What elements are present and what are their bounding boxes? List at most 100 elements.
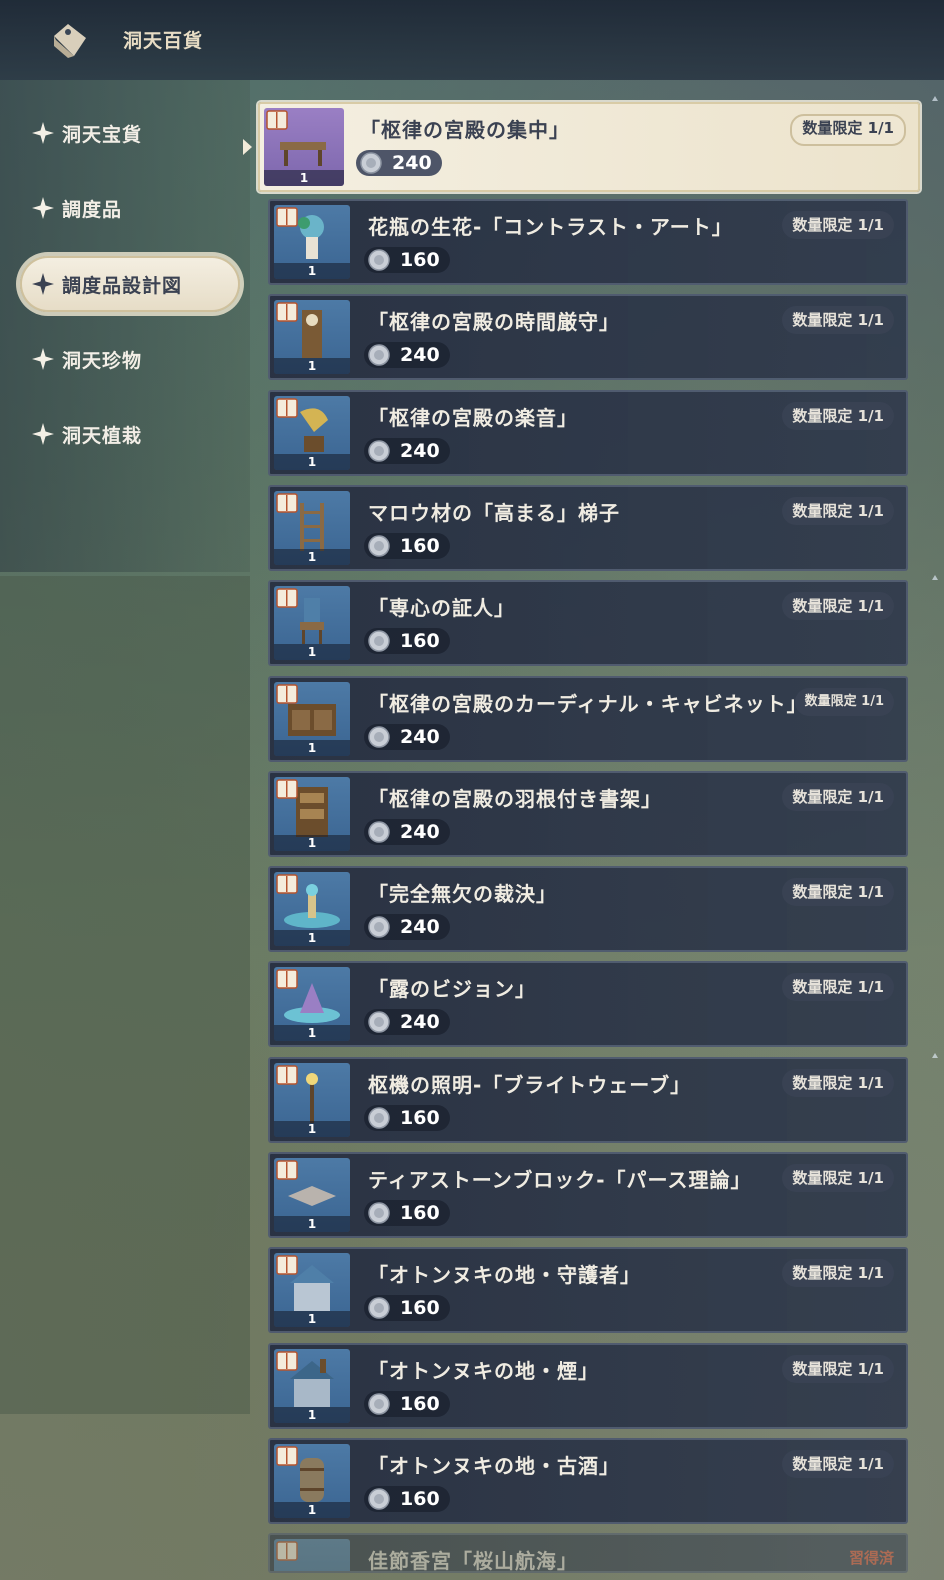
sidebar-item-furnishings[interactable]: 調度品 xyxy=(20,180,240,236)
realm-currency-coin-icon xyxy=(368,726,390,748)
item-price-value: 160 xyxy=(400,1107,440,1129)
purchase-limit-badge: 数量限定 1/1 xyxy=(782,973,894,1001)
purchase-limit-badge: 数量限定 1/1 xyxy=(782,1164,894,1192)
purchase-limit-badge: 数量限定 1/1 xyxy=(782,878,894,906)
item-price-value: 160 xyxy=(400,1202,440,1224)
shop-item-row[interactable]: 1 枢機の照明-「ブライトウェーブ」 160 数量限定 1/1 xyxy=(268,1057,908,1143)
purchase-limit-badge: 数量限定 1/1 xyxy=(782,402,894,430)
item-thumbnail: 1 xyxy=(274,777,350,851)
realm-currency-coin-icon xyxy=(368,916,390,938)
item-name: 「枢律の宮殿の集中」 xyxy=(360,118,570,142)
blueprint-book-icon xyxy=(276,969,298,989)
shop-item-row[interactable]: 1 ティアストーンブロック-「パース理論」 160 数量限定 1/1 xyxy=(268,1152,908,1238)
sidebar-item-doten-chinbutsu[interactable]: 洞天珍物 xyxy=(20,331,240,387)
shop-item-row[interactable]: 1 「完全無欠の裁決」 240 数量限定 1/1 xyxy=(268,866,908,952)
purchase-limit-badge: 数量限定 1/1 xyxy=(782,211,894,239)
item-price-value: 240 xyxy=(392,152,432,174)
item-quantity: 1 xyxy=(274,1025,350,1041)
realm-currency-coin-icon xyxy=(368,1488,390,1510)
item-thumbnail xyxy=(274,1539,350,1571)
blueprint-book-icon xyxy=(276,779,298,799)
shop-item-row[interactable]: 1 マロウ材の「高まる」梯子 160 数量限定 1/1 xyxy=(268,485,908,571)
blueprint-book-icon xyxy=(276,1351,298,1371)
item-quantity: 1 xyxy=(274,263,350,279)
item-price-value: 160 xyxy=(400,249,440,271)
realm-currency-coin-icon xyxy=(368,1011,390,1033)
shop-item-row[interactable]: 1 「オトンヌキの地・煙」 160 数量限定 1/1 xyxy=(268,1343,908,1429)
item-price-value: 240 xyxy=(400,916,440,938)
sidebar-item-label: 調度品設計図 xyxy=(62,274,183,297)
owned-status-label: 習得済 xyxy=(848,1549,894,1567)
item-thumbnail: 1 xyxy=(274,872,350,946)
item-name: 「オトンヌキの地・煙」 xyxy=(368,1359,599,1383)
item-name: ティアストーンブロック-「パース理論」 xyxy=(368,1168,752,1192)
shop-item-row[interactable]: 1 花瓶の生花-「コントラスト・アート」 160 数量限定 1/1 xyxy=(268,199,908,285)
item-price-value: 160 xyxy=(400,1297,440,1319)
item-quantity: 1 xyxy=(274,740,350,756)
item-price-value: 240 xyxy=(400,344,440,366)
shop-item-row[interactable]: 1 「枢律の宮殿の集中」 240 数量限定 1/1 xyxy=(258,102,920,192)
item-name: 「枢律の宮殿の羽根付き書架」 xyxy=(368,787,662,811)
sparkle-icon xyxy=(32,423,54,445)
realm-currency-coin-icon xyxy=(368,440,390,462)
item-thumbnail: 1 xyxy=(274,967,350,1041)
item-quantity: 1 xyxy=(274,1121,350,1137)
sidebar-item-doten-shokusai[interactable]: 洞天植栽 xyxy=(20,406,240,462)
blueprint-book-icon xyxy=(276,1160,298,1180)
item-quantity: 1 xyxy=(274,930,350,946)
purchase-limit-badge: 数量限定 1/1 xyxy=(782,1355,894,1383)
blueprint-book-icon xyxy=(276,207,298,227)
purchase-limit-badge: 数量限定 1/1 xyxy=(790,114,906,146)
purchase-limit-badge: 数量限定 1/1 xyxy=(782,306,894,334)
blueprint-book-icon xyxy=(276,684,298,704)
item-quantity: 1 xyxy=(274,1502,350,1518)
realm-currency-coin-icon xyxy=(368,344,390,366)
item-price: 160 xyxy=(364,533,450,559)
scroll-indicator xyxy=(932,1053,938,1058)
shop-item-row[interactable]: 1 「オトンヌキの地・守護者」 160 数量限定 1/1 xyxy=(268,1247,908,1333)
sidebar-lower-panel xyxy=(0,576,250,1414)
item-quantity: 1 xyxy=(274,644,350,660)
purchase-limit-badge: 数量限定 1/1 xyxy=(782,1069,894,1097)
sidebar-item-furnishing-blueprints[interactable]: 調度品設計図 xyxy=(20,256,240,312)
sidebar-item-label: 調度品 xyxy=(62,198,123,221)
tag-icon xyxy=(54,24,86,58)
shop-item-row[interactable]: 1 「枢律の宮殿の時間厳守」 240 数量限定 1/1 xyxy=(268,294,908,380)
shop-item-row[interactable]: 1 「オトンヌキの地・古酒」 160 数量限定 1/1 xyxy=(268,1438,908,1524)
item-price: 240 xyxy=(364,819,450,845)
shop-item-row[interactable]: 1 「枢律の宮殿の楽音」 240 数量限定 1/1 xyxy=(268,390,908,476)
shop-item-row[interactable]: 1 「枢律の宮殿の羽根付き書架」 240 数量限定 1/1 xyxy=(268,771,908,857)
item-price: 160 xyxy=(364,1391,450,1417)
realm-currency-coin-icon xyxy=(368,1107,390,1129)
item-thumbnail: 1 xyxy=(274,1158,350,1232)
item-price-value: 160 xyxy=(400,535,440,557)
purchase-limit-badge: 数量限定 1/1 xyxy=(782,497,894,525)
shop-item-row[interactable]: 佳節香宮「桜山航海」 習得済 xyxy=(268,1533,908,1573)
item-thumbnail: 1 xyxy=(274,491,350,565)
sparkle-icon xyxy=(32,348,54,370)
item-name: マロウ材の「高まる」梯子 xyxy=(368,501,620,525)
item-quantity: 1 xyxy=(274,1216,350,1232)
item-price: 240 xyxy=(356,150,442,176)
shop-item-row[interactable]: 1 「専心の証人」 160 数量限定 1/1 xyxy=(268,580,908,666)
blueprint-book-icon xyxy=(276,1255,298,1275)
item-price-value: 160 xyxy=(400,1393,440,1415)
item-name: 「完全無欠の裁決」 xyxy=(368,882,557,906)
header-bar: 洞天百貨 xyxy=(0,0,944,80)
realm-currency-coin-icon xyxy=(368,821,390,843)
item-name: 「露のビジョン」 xyxy=(368,977,536,1001)
item-thumbnail: 1 xyxy=(274,1253,350,1327)
item-name: 花瓶の生花-「コントラスト・アート」 xyxy=(368,215,733,239)
realm-currency-coin-icon xyxy=(368,1393,390,1415)
item-price: 160 xyxy=(364,1105,450,1131)
item-price: 240 xyxy=(364,914,450,940)
item-quantity: 1 xyxy=(274,358,350,374)
sidebar-item-doten-houka[interactable]: 洞天宝貨 xyxy=(20,105,240,161)
shop-item-row[interactable]: 1 「枢律の宮殿のカーディナル・キャビネット」 240 数量限定 1/1 xyxy=(268,676,908,762)
blueprint-book-icon xyxy=(276,302,298,322)
item-price-value: 240 xyxy=(400,821,440,843)
realm-currency-coin-icon xyxy=(368,535,390,557)
sidebar: 洞天宝貨 調度品 調度品設計図 洞天珍物 洞天植栽 xyxy=(0,80,250,572)
item-price: 160 xyxy=(364,1295,450,1321)
shop-item-row[interactable]: 1 「露のビジョン」 240 数量限定 1/1 xyxy=(268,961,908,1047)
